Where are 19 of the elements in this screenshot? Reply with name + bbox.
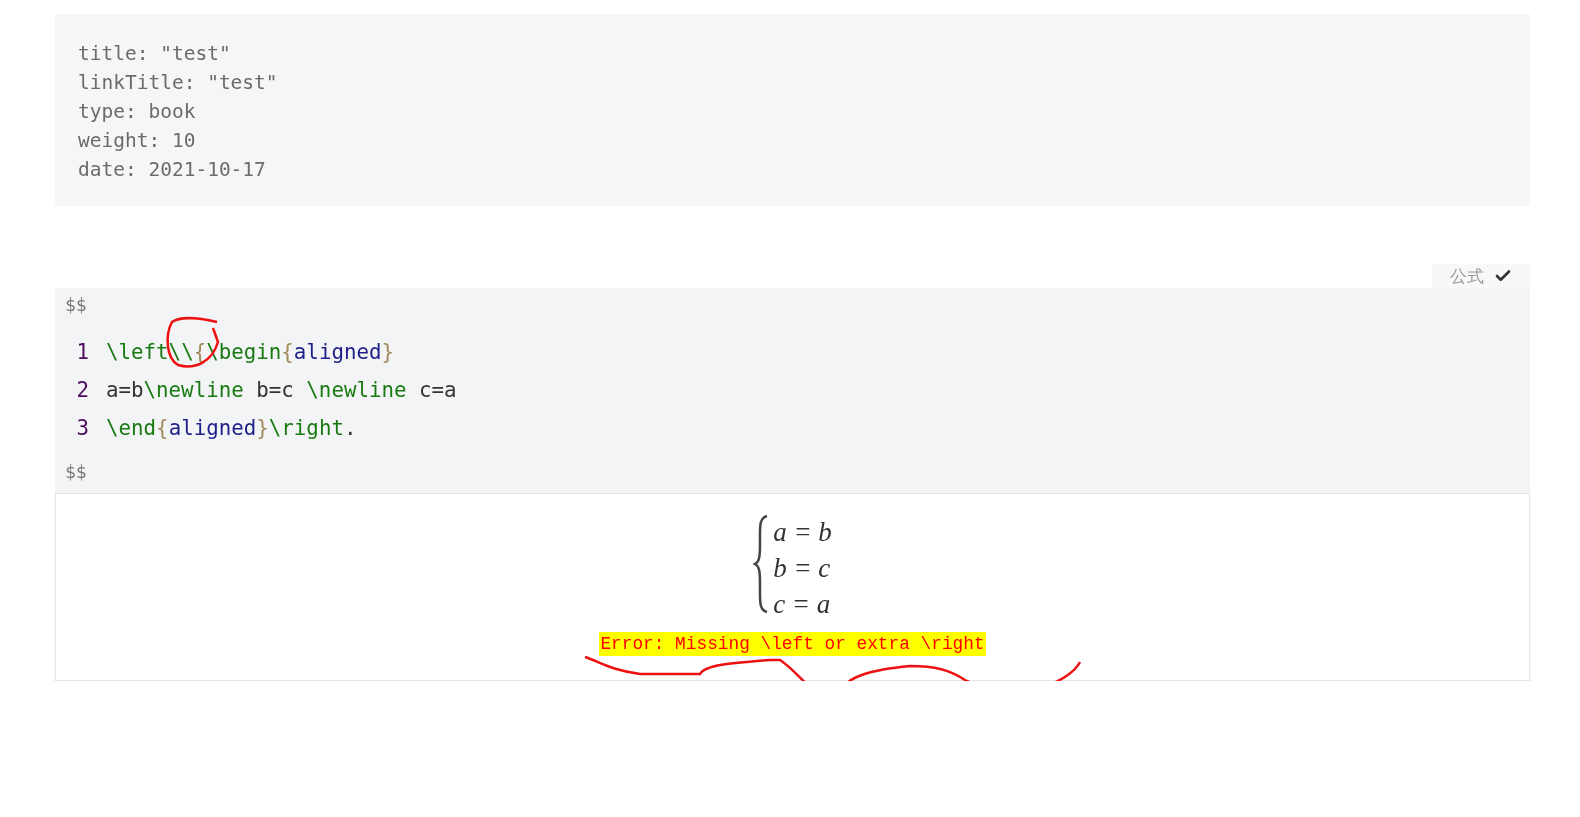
formula-label: 公式 — [1450, 264, 1484, 288]
error-message: Error: Missing \left or extra \right — [599, 632, 986, 656]
front-matter-line: weight: 10 — [78, 128, 197, 154]
equation: b = c — [773, 552, 832, 585]
code-line: \end{aligned}\right. — [106, 415, 357, 442]
formula-tab[interactable]: 公式 — [1432, 264, 1530, 288]
math-delimiter: $$ — [65, 460, 87, 484]
equation: c = a — [773, 588, 832, 621]
equation: a = b — [773, 516, 832, 549]
front-matter-line: title: "test" — [78, 41, 232, 67]
brace-icon — [753, 514, 770, 614]
line-number: 1 — [75, 339, 89, 366]
code-line: a=b\newline b=c \newline c=a — [106, 377, 457, 404]
front-matter-line: linkTitle: "test" — [78, 70, 279, 96]
front-matter-line: date: 2021-10-17 — [78, 157, 267, 183]
math-delimiter: $$ — [65, 293, 87, 317]
line-number: 3 — [75, 415, 89, 442]
front-matter-line: type: book — [78, 99, 197, 125]
line-number: 2 — [75, 377, 89, 404]
